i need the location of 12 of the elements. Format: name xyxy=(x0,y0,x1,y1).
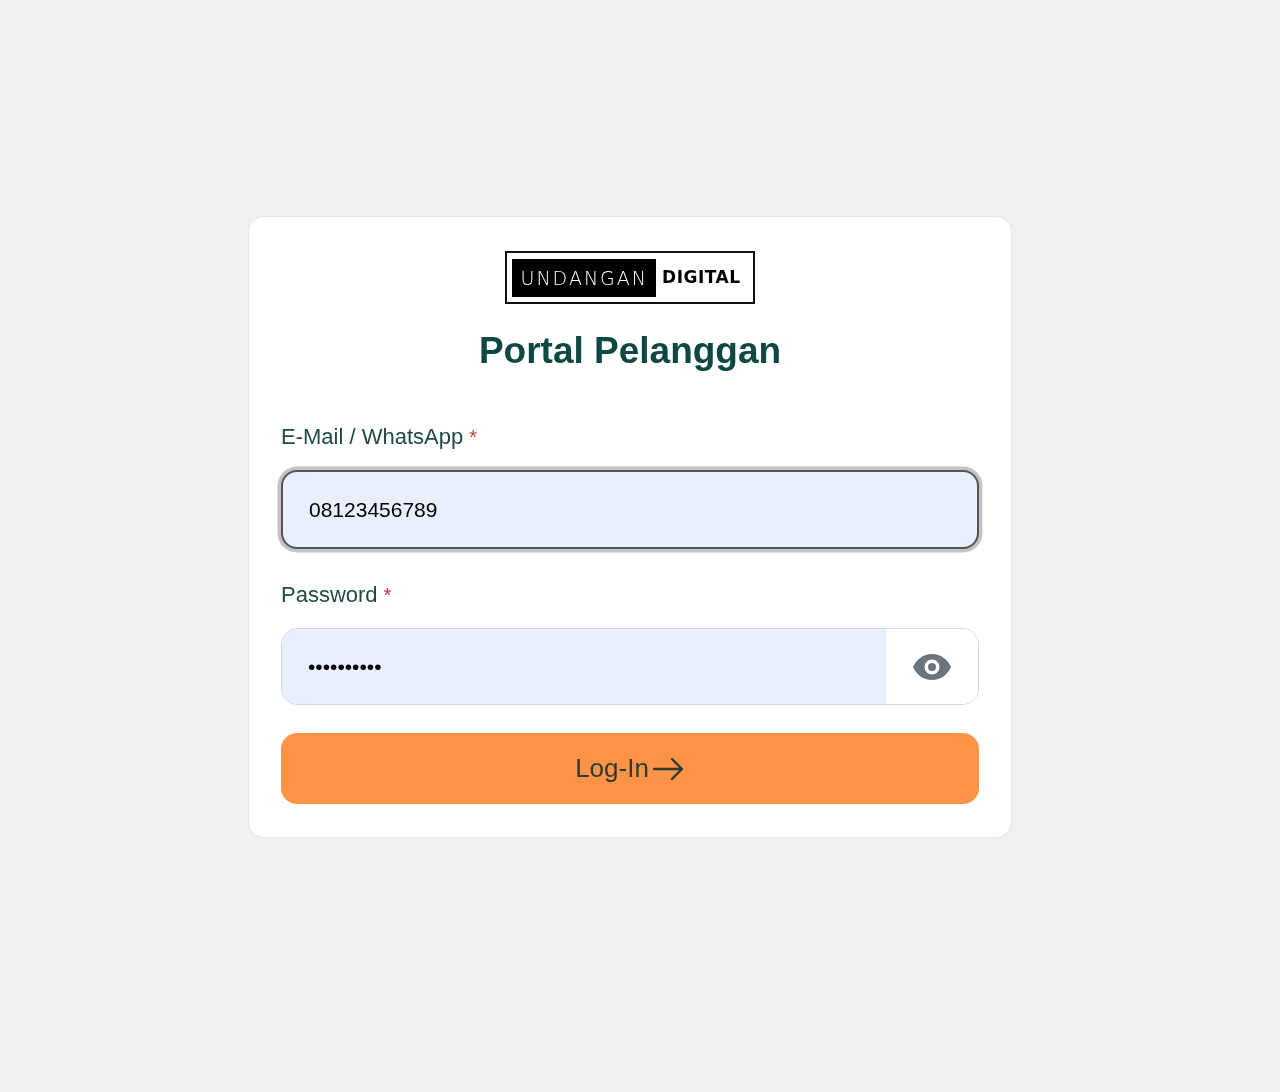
eye-icon xyxy=(913,653,951,680)
page-title: Portal Pelanggan xyxy=(477,329,783,373)
password-field[interactable]: •••••••••• xyxy=(281,628,979,705)
login-button[interactable]: Log-In xyxy=(281,733,979,804)
field-label: Password xyxy=(281,582,378,608)
text-field[interactable]: 08123456789 xyxy=(281,470,979,549)
arrow-right-icon xyxy=(652,756,685,781)
logo-word: DIGITAL xyxy=(662,265,741,289)
required-mark: * xyxy=(383,583,392,608)
logo-highlight-word: UNDANGAN xyxy=(512,258,657,297)
required-mark: * xyxy=(469,425,477,450)
field-label: E-Mail / WhatsApp xyxy=(281,424,464,450)
